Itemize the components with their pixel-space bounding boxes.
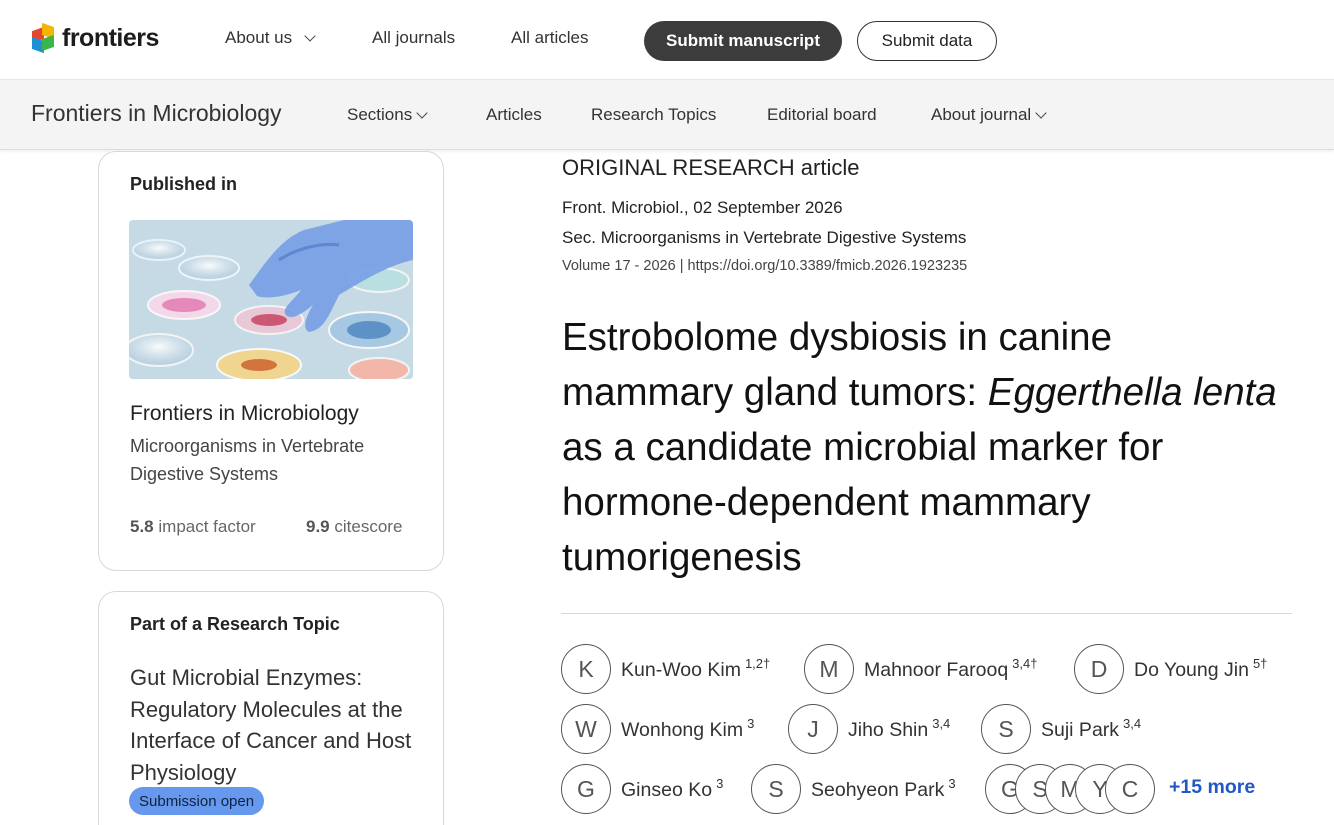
journal-navigation-bar: Frontiers in Microbiology Sections Artic… (0, 80, 1334, 150)
author-item[interactable]: W Wonhong Kim 3 (561, 704, 754, 754)
nav-all-journals[interactable]: All journals (372, 28, 455, 48)
nav-all-journals-label: All journals (372, 28, 456, 47)
journal-nav-sections[interactable]: Sections (347, 105, 428, 125)
more-authors-link[interactable]: +15 more (1169, 776, 1255, 799)
author-name: Ginseo Ko 3 (621, 776, 724, 801)
citescore-value: 9.9 (306, 517, 330, 536)
journal-nav-research-topics-label: Research Topics (591, 105, 717, 124)
author-item[interactable]: D Do Young Jin 5† (1074, 644, 1267, 694)
research-topic-card: Part of a Research Topic Gut Microbial E… (98, 591, 444, 825)
author-avatar: D (1074, 644, 1124, 694)
author-avatar: G (561, 764, 611, 814)
author-avatar: J (788, 704, 838, 754)
article-title-species: Eggerthella lenta (987, 371, 1277, 414)
article-title-part2: as a candidate microbial marker for horm… (562, 426, 1164, 579)
author-name: Do Young Jin 5† (1134, 656, 1268, 681)
author-affiliation: 1,2† (744, 656, 771, 671)
journal-cover-image[interactable] (129, 220, 413, 379)
author-affiliation: 3 (716, 776, 724, 791)
author-affiliation: 3 (747, 716, 755, 731)
nav-all-articles-label: All articles (511, 28, 589, 47)
chevron-down-icon (304, 29, 316, 42)
journal-nav-articles[interactable]: Articles (486, 105, 542, 125)
author-affiliation: 3,4† (1012, 656, 1038, 671)
submit-data-button[interactable]: Submit data (857, 21, 997, 61)
author-item[interactable]: M Mahnoor Farooq 3,4† (804, 644, 1037, 694)
author-item[interactable]: S Seohyeon Park 3 (751, 764, 956, 814)
author-avatar: C (1105, 764, 1155, 814)
author-name: Mahnoor Farooq 3,4† (864, 656, 1038, 681)
author-avatar: S (751, 764, 801, 814)
author-affiliation: 5† (1252, 656, 1268, 671)
author-affiliation: 3,4 (1123, 716, 1142, 731)
top-navigation-bar: frontiers About us All journals All arti… (0, 0, 1334, 80)
article-section[interactable]: Sec. Microorganisms in Vertebrate Digest… (562, 228, 966, 248)
author-item[interactable]: G Ginseo Ko 3 (561, 764, 723, 814)
chevron-down-icon (416, 106, 428, 119)
author-avatar: S (981, 704, 1031, 754)
author-name: Seohyeon Park 3 (811, 776, 956, 801)
journal-nav-sections-label: Sections (347, 105, 413, 124)
journal-nav-about-journal[interactable]: About journal (931, 105, 1047, 125)
author-avatar: K (561, 644, 611, 694)
impact-factor-label: impact factor (158, 517, 256, 536)
citescore: 9.9 citescore (306, 517, 402, 537)
author-name: Wonhong Kim 3 (621, 716, 755, 741)
author-item[interactable]: S Suji Park 3,4 (981, 704, 1141, 754)
article-volume-doi: Volume 17 - 2026 | https://doi.org/10.33… (562, 258, 967, 274)
author-name: Kun-Woo Kim 1,2† (621, 656, 771, 681)
author-avatar: W (561, 704, 611, 754)
published-in-heading: Published in (130, 174, 238, 194)
journal-nav-editorial-board-label: Editorial board (767, 105, 877, 124)
article-journal-date: Front. Microbiol., 02 September 2026 (562, 198, 843, 217)
journal-title-link[interactable]: Frontiers in Microbiology (31, 100, 282, 127)
brand-name: frontiers (62, 24, 159, 52)
nav-about-us[interactable]: About us (225, 28, 316, 48)
author-name: Jiho Shin 3,4 (848, 716, 951, 741)
article-title: Estrobolome dysbiosis in canine mammary … (562, 310, 1282, 585)
author-affiliation: 3,4 (932, 716, 951, 731)
journal-nav-articles-label: Articles (486, 105, 542, 124)
author-item[interactable]: J Jiho Shin 3,4 (788, 704, 950, 754)
frontiers-logo[interactable]: frontiers (32, 22, 159, 53)
petri-dish-illustration (129, 220, 413, 379)
chevron-down-icon (1035, 106, 1047, 119)
journal-nav-editorial-board[interactable]: Editorial board (767, 105, 877, 125)
journal-nav-research-topics[interactable]: Research Topics (591, 105, 716, 125)
nav-all-articles[interactable]: All articles (511, 28, 588, 48)
article-doi-link[interactable]: https://doi.org/10.3389/fmicb.2026.19232… (688, 258, 968, 274)
nav-about-us-label: About us (225, 28, 293, 47)
frontiers-logo-icon (32, 22, 56, 53)
research-topic-heading: Part of a Research Topic (130, 614, 340, 634)
title-divider (561, 613, 1292, 614)
article-type: ORIGINAL RESEARCH article (562, 155, 860, 180)
more-authors-avatar-stack[interactable]: G S M Y C (985, 764, 1155, 814)
research-topic-title[interactable]: Gut Microbial Enzymes: Regulatory Molecu… (130, 662, 430, 788)
published-section-name[interactable]: Microorganisms in Vertebrate Digestive S… (130, 432, 420, 488)
article-volume: Volume 17 - 2026 (562, 258, 676, 274)
journal-nav-about-journal-label: About journal (931, 105, 1032, 124)
author-name: Suji Park 3,4 (1041, 716, 1142, 741)
impact-factor-value: 5.8 (130, 517, 154, 536)
submission-status-badge: Submission open (129, 787, 265, 815)
citescore-label: citescore (334, 517, 403, 536)
published-journal-name[interactable]: Frontiers in Microbiology (130, 402, 359, 426)
published-in-card: Published in Frontiers in Microbiology M… (98, 151, 444, 571)
impact-factor: 5.8 impact factor (130, 517, 256, 537)
author-item[interactable]: K Kun-Woo Kim 1,2† (561, 644, 770, 694)
submit-manuscript-button[interactable]: Submit manuscript (644, 21, 842, 61)
author-affiliation: 3 (948, 776, 956, 791)
volume-doi-separator: | (679, 258, 684, 274)
author-avatar: M (804, 644, 854, 694)
